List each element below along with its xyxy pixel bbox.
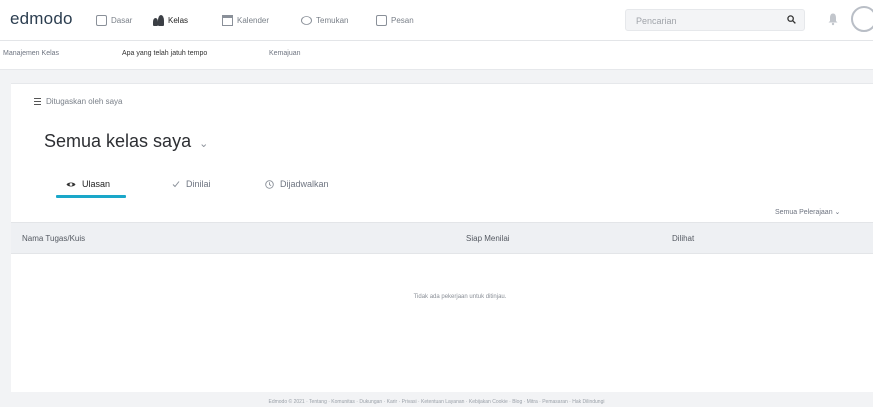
class-selector[interactable]: Semua kelas saya ⌄ (44, 131, 208, 152)
eye-icon (66, 181, 76, 187)
bell-icon[interactable] (827, 12, 839, 26)
table-header: Nama Tugas/Kuis Siap Menilai Dilihat (11, 222, 873, 254)
check-icon (172, 181, 180, 188)
nav-item-label: Kelas (168, 15, 189, 25)
filter-icon (34, 98, 41, 105)
messages-icon (376, 14, 387, 26)
search-input[interactable] (634, 13, 778, 29)
clock-icon (265, 179, 274, 189)
home-icon (96, 14, 107, 26)
column-header-ready-to-grade[interactable]: Siap Menilai (466, 234, 510, 243)
nav-item-label: Kalender (237, 15, 270, 25)
nav-item-classes[interactable]: Kelas (153, 13, 188, 27)
tab-label: Dijadwalkan (280, 179, 329, 189)
nav-item-home[interactable]: Dasar (96, 13, 132, 27)
tab-label: Ulasan (82, 179, 111, 189)
nav-item-label: Pesan (391, 15, 414, 25)
column-header-assignment[interactable]: Nama Tugas/Kuis (22, 234, 85, 243)
tab-graded[interactable]: Dinilai (172, 173, 211, 195)
page-title: Semua kelas saya (44, 131, 192, 151)
tab-label: Dinilai (186, 179, 211, 189)
subject-filter-dropdown[interactable]: Semua Pelerajaan ⌄ (775, 208, 840, 216)
tab-scheduled[interactable]: Dijadwalkan (265, 173, 329, 195)
column-header-viewed[interactable]: Dilihat (672, 234, 694, 243)
chevron-down-icon: ⌄ (199, 137, 209, 150)
nav-item-calendar[interactable]: Kalender (222, 13, 269, 27)
search-icon[interactable] (787, 15, 796, 24)
top-navigation-bar: edmodo Dasar Kelas Kalender Temukan Pesa… (0, 0, 873, 41)
footer-links: Edmodo © 2021 · Tentang · Komunitas · Du… (268, 399, 605, 405)
nav-item-label: Dasar (111, 15, 133, 25)
owner-filter-label: Ditugaskan oleh saya (46, 97, 123, 106)
owner-filter[interactable]: Ditugaskan oleh saya (34, 97, 123, 106)
tab-review[interactable]: Ulasan (66, 173, 110, 195)
user-avatar[interactable] (851, 6, 873, 32)
active-tab-indicator (56, 195, 126, 198)
class-subnav: Manajemen Kelas Apa yang telah jatuh tem… (0, 41, 873, 70)
classes-icon (153, 14, 164, 26)
subnav-item-progress[interactable]: Kemajuan (269, 50, 301, 57)
search-box (625, 9, 805, 31)
nav-item-discover[interactable]: Temukan (301, 13, 348, 27)
nav-item-label: Temukan (316, 15, 349, 25)
edmodo-logo[interactable]: edmodo (10, 9, 73, 29)
subnav-item-due[interactable]: Apa yang telah jatuh tempo (122, 50, 207, 57)
nav-item-messages[interactable]: Pesan (376, 13, 414, 27)
subnav-item-class-management[interactable]: Manajemen Kelas (3, 50, 59, 57)
calendar-icon (222, 14, 233, 26)
empty-state-message: Tidak ada pekerjaan untuk ditinjau. (413, 294, 507, 300)
discover-icon (301, 15, 312, 25)
